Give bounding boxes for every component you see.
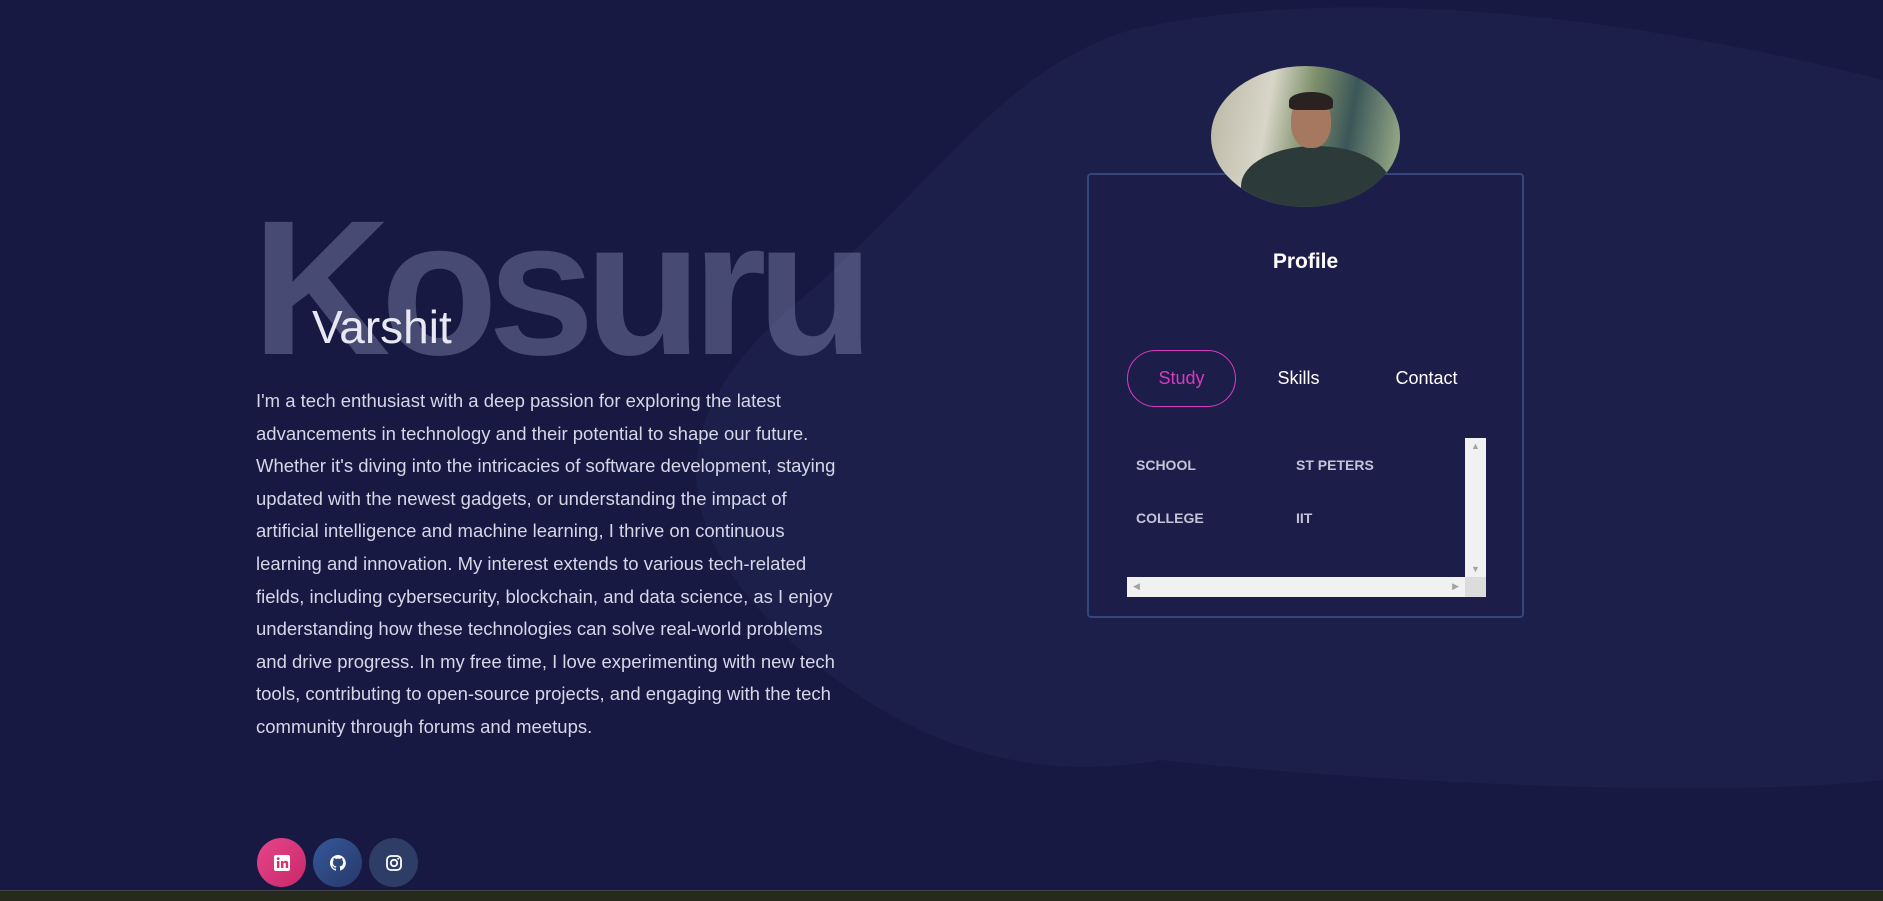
github-icon [329,854,346,871]
scroll-left-icon[interactable]: ◀ [1133,581,1140,592]
row-key: SCHOOL [1136,457,1196,473]
vertical-scrollbar[interactable]: ▲ ▼ [1465,438,1486,577]
tab-study[interactable]: Study [1127,350,1236,407]
github-button[interactable] [313,838,362,887]
profile-avatar [1211,66,1400,207]
tab-skills[interactable]: Skills [1248,350,1349,407]
tab-contact[interactable]: Contact [1361,350,1492,407]
scroll-up-icon[interactable]: ▲ [1471,441,1480,451]
study-table[interactable]: SCHOOL ST PETERS COLLEGE IIT ▲ ▼ ◀ ▶ [1127,438,1486,597]
row-value: ST PETERS [1296,457,1374,473]
table-row: SCHOOL ST PETERS [1136,457,1374,473]
horizontal-scrollbar[interactable]: ◀ ▶ [1127,577,1465,597]
taskbar [0,890,1883,901]
linkedin-button[interactable] [257,838,306,887]
first-name: Varshit [312,301,452,353]
scrollbar-corner [1465,577,1486,597]
table-row: COLLEGE IIT [1136,510,1312,526]
scroll-down-icon[interactable]: ▼ [1471,564,1480,574]
row-value: IIT [1296,510,1313,526]
scroll-right-icon[interactable]: ▶ [1452,581,1459,592]
profile-card: Profile Study Skills Contact SCHOOL ST P… [1087,173,1524,618]
about-text: I'm a tech enthusiast with a deep passio… [256,390,836,737]
social-links [257,838,418,887]
row-key: COLLEGE [1136,510,1204,526]
linkedin-icon [273,854,290,871]
profile-tabs: Study Skills Contact [1127,350,1492,407]
last-name-backdrop: Kosuru [252,180,874,395]
instagram-button[interactable] [369,838,418,887]
profile-title: Profile [1272,250,1339,273]
instagram-icon [385,854,402,871]
